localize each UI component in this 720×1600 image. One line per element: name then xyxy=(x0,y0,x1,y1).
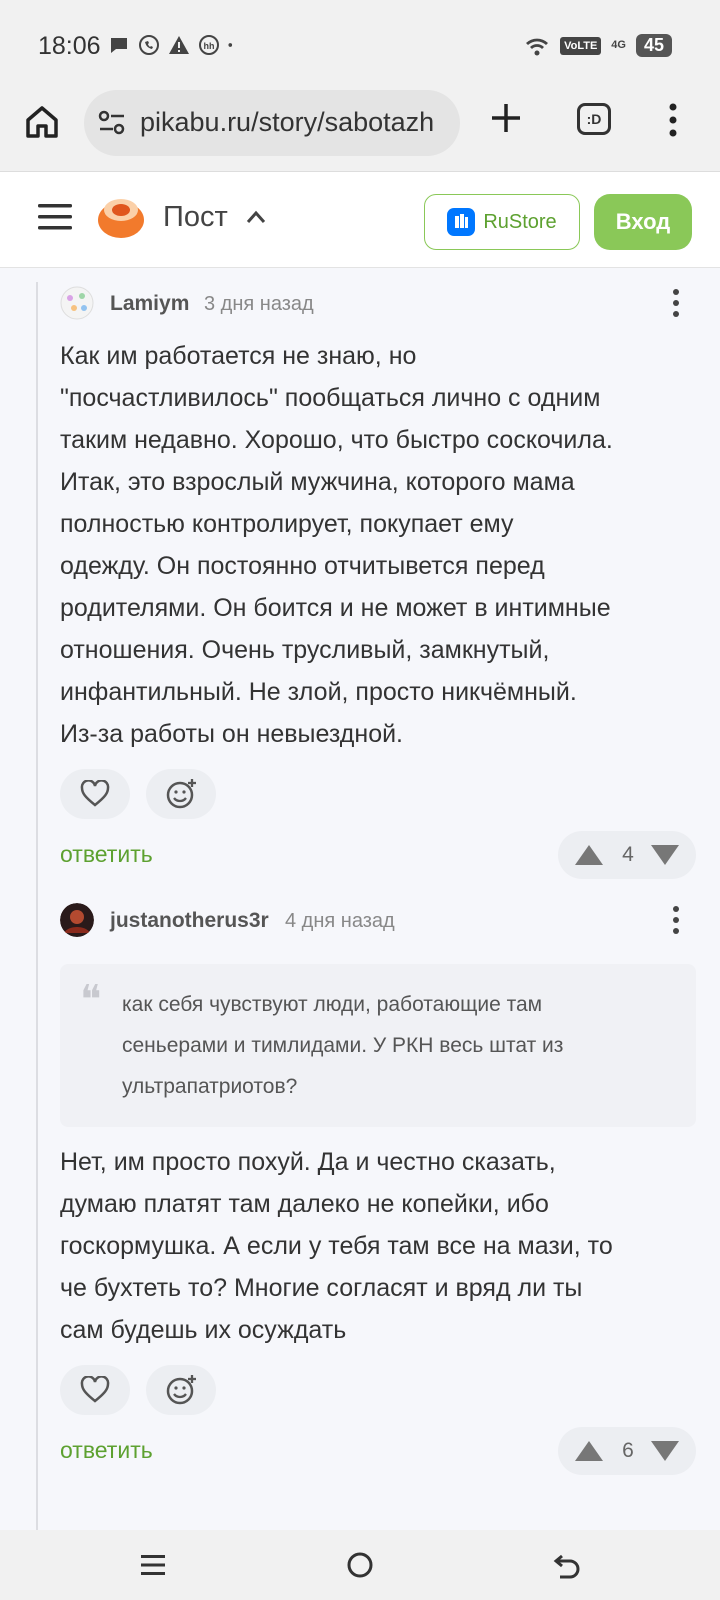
comment-time: 3 дня назад xyxy=(204,293,314,315)
thread-line[interactable] xyxy=(36,282,38,1530)
downvote-icon[interactable] xyxy=(650,1440,680,1462)
quote-block: ❝ как себя чувствуют люди, работающие та… xyxy=(60,964,696,1127)
page-title[interactable]: Пост xyxy=(163,201,228,234)
recents-icon[interactable] xyxy=(138,1550,168,1580)
rating-box: 4 xyxy=(558,831,696,879)
comment-line: госкормушка. А если у тебя там все на ма… xyxy=(60,1232,613,1260)
add-reaction-button[interactable] xyxy=(146,769,216,819)
reactions-row xyxy=(60,1365,696,1415)
status-bar: 18:06 hh VoLTE 4G 45 xyxy=(0,0,720,90)
home-icon[interactable] xyxy=(22,102,62,142)
wifi-icon xyxy=(526,38,549,55)
rating-count: 6 xyxy=(622,1439,634,1462)
comment: justanotherus3r 4 дня назад ❝ как себя ч… xyxy=(60,903,696,1477)
comment-author[interactable]: Lamiym xyxy=(110,292,189,316)
comment-line: че бухтеть то? Многие согласят и вряд ли… xyxy=(60,1274,583,1302)
comment-line: думаю платят там далеко не копейки, ибо xyxy=(60,1190,549,1218)
site-header: Пост RuStore Вход xyxy=(0,172,720,268)
comment-line: полностью контролирует, покупает ему xyxy=(60,510,514,538)
notification-icons: hh xyxy=(108,34,238,56)
battery-indicator: 45 xyxy=(635,34,672,57)
comment-line: Итак, это взрослый мужчина, которого мам… xyxy=(60,468,575,496)
upvote-icon[interactable] xyxy=(574,844,604,866)
pikabu-logo-icon[interactable] xyxy=(96,194,146,240)
comment-footer: ответить 6 xyxy=(60,1427,696,1477)
comment-line: инфантильный. Не злой, просто никчёмный. xyxy=(60,678,577,706)
comment-footer: ответить 4 xyxy=(60,831,696,881)
comment-line: отношения. Очень трусливый, замкнутый, xyxy=(60,636,550,664)
reply-link[interactable]: ответить xyxy=(60,841,153,868)
comment-author[interactable]: justanotherus3r xyxy=(110,909,269,933)
comment-line: Как им работается не знаю, но xyxy=(60,342,417,370)
add-reaction-button[interactable] xyxy=(146,1365,216,1415)
add-emoji-icon xyxy=(166,1375,196,1405)
reactions-row xyxy=(60,769,696,819)
avatar[interactable] xyxy=(60,903,94,937)
browser-toolbar: pikabu.ru/story/sabotazh :D xyxy=(0,90,720,172)
login-button[interactable]: Вход xyxy=(594,194,692,250)
comment: Lamiym 3 дня назад Как им работается не … xyxy=(60,286,696,881)
browser-menu-icon[interactable] xyxy=(665,102,681,138)
downvote-icon[interactable] xyxy=(650,844,680,866)
rustore-icon xyxy=(447,208,476,236)
avatar[interactable] xyxy=(60,286,94,320)
home-nav-icon[interactable] xyxy=(345,1550,375,1580)
like-button[interactable] xyxy=(60,1365,130,1415)
comment-header: Lamiym 3 дня назад xyxy=(60,286,696,326)
more-options-icon[interactable] xyxy=(672,288,680,318)
like-button[interactable] xyxy=(60,769,130,819)
reply-link[interactable]: ответить xyxy=(60,1437,153,1464)
dot-icon xyxy=(228,43,233,47)
warning-icon xyxy=(169,36,189,54)
system-indicators: VoLTE 4G 45 xyxy=(524,34,672,57)
tab-switcher-button[interactable]: :D xyxy=(577,103,611,135)
comment-line: таким недавно. Хорошо, что быстро соскоч… xyxy=(60,426,613,454)
quote-icon: ❝ xyxy=(80,977,102,1023)
hamburger-menu-icon[interactable] xyxy=(38,202,72,232)
comment-line: одежду. Он постоянно отчитывется перед xyxy=(60,552,545,580)
chat-bubble-icon xyxy=(111,38,127,53)
new-tab-icon[interactable] xyxy=(488,100,524,136)
add-emoji-icon xyxy=(166,779,196,809)
comment-body: Как им работается не знаю, но "посчастли… xyxy=(60,335,696,755)
comment-line: "посчастливилось" пообщаться лично с одн… xyxy=(60,384,601,412)
whatsapp-icon xyxy=(139,35,159,55)
comment-line: Из-за работы он невыездной. xyxy=(60,720,404,748)
rustore-label: RuStore xyxy=(483,210,557,233)
comment-line: сам будешь их осуждать xyxy=(60,1316,347,1344)
network-type: 4G xyxy=(611,39,626,51)
back-icon[interactable] xyxy=(552,1550,582,1580)
comment-time: 4 дня назад xyxy=(285,910,395,932)
quote-line: сеньерами и тимлидами. У РКН весь штат и… xyxy=(122,1034,564,1057)
hh-icon: hh xyxy=(199,35,219,55)
comment-header: justanotherus3r 4 дня назад xyxy=(60,903,696,943)
url-text: pikabu.ru/story/sabotazh xyxy=(140,107,435,137)
svg-text:hh: hh xyxy=(204,41,215,51)
address-bar[interactable]: pikabu.ru/story/sabotazh xyxy=(84,90,460,156)
volte-badge: VoLTE xyxy=(560,36,602,55)
comment-line: родителями. Он боится и не может в интим… xyxy=(60,594,611,622)
quote-line: ультрапатриотов? xyxy=(122,1075,298,1098)
system-nav-bar xyxy=(0,1530,720,1600)
comment-line: Нет, им просто похуй. Да и честно сказат… xyxy=(60,1148,556,1176)
site-settings-icon[interactable] xyxy=(98,110,126,136)
rating-count: 4 xyxy=(622,843,634,866)
quote-line: как себя чувствуют люди, работающие там xyxy=(122,993,543,1016)
rustore-button[interactable]: RuStore xyxy=(424,194,580,250)
heart-icon xyxy=(80,780,110,807)
chevron-up-icon[interactable] xyxy=(246,210,266,224)
more-options-icon[interactable] xyxy=(672,905,680,935)
rating-box: 6 xyxy=(558,1427,696,1475)
comment-body: Нет, им просто похуй. Да и честно сказат… xyxy=(60,1141,696,1351)
status-time: 18:06 xyxy=(38,32,101,60)
heart-icon xyxy=(80,1376,110,1403)
upvote-icon[interactable] xyxy=(574,1440,604,1462)
